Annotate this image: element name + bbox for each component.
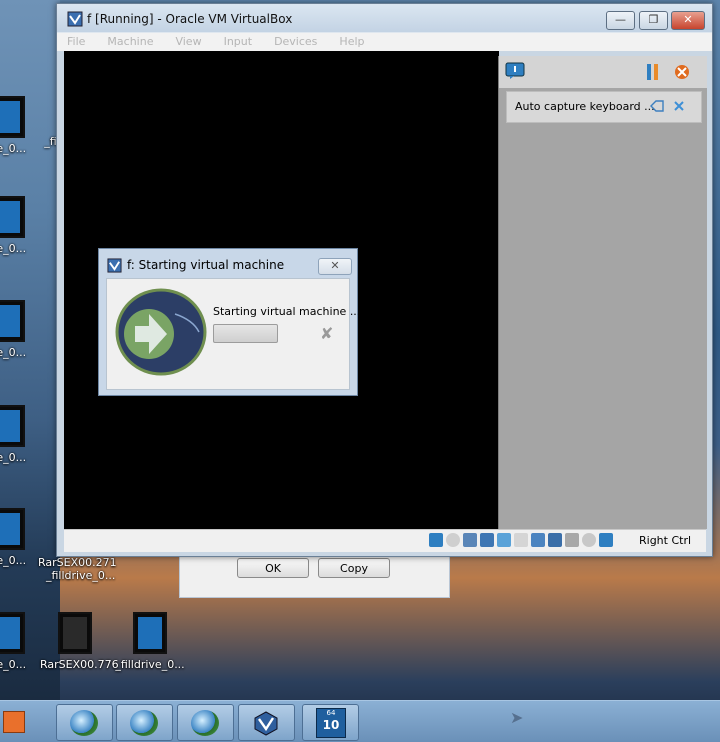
app-icon [130, 710, 158, 736]
background-dialog: OK Copy [179, 555, 450, 598]
desktop-icon[interactable]: ve_0... [0, 196, 38, 255]
video-capture-icon[interactable] [548, 533, 562, 547]
desktop-icon-label: RarSEX00.271 [38, 556, 117, 569]
badge-top: 64 [326, 709, 336, 717]
progress-bar [213, 324, 278, 343]
taskbar-win10-vm[interactable]: 64 10 [302, 704, 359, 741]
file-icon [0, 96, 25, 138]
desktop-icon-rar[interactable]: RarSEX00.776 [40, 612, 119, 671]
menu-input[interactable]: Input [224, 33, 252, 51]
desktop-icon-label: ve_0... [0, 451, 27, 464]
menu-machine[interactable]: Machine [107, 33, 153, 51]
menu-bar: File Machine View Input Devices Help [57, 32, 712, 51]
desktop-icon-label: ve_0... [0, 658, 27, 671]
taskbar-virtualbox[interactable] [238, 704, 295, 741]
maximize-button[interactable]: ❐ [639, 11, 668, 30]
menu-help[interactable]: Help [339, 33, 364, 51]
taskbar-app[interactable] [56, 704, 113, 741]
status-bar: Right Ctrl [64, 529, 706, 552]
host-key-label: Right Ctrl [639, 534, 692, 547]
hard-disk-icon[interactable] [429, 533, 443, 547]
dismiss-all-icon[interactable] [673, 63, 691, 81]
cancel-icon[interactable]: ✘ [320, 324, 333, 343]
file-icon [0, 300, 25, 342]
desktop-icon[interactable]: ve_0... [0, 300, 38, 359]
notification-text: Auto capture keyboard ... [515, 100, 655, 113]
dialog-title: f: Starting virtual machine [127, 258, 285, 272]
virtualbox-icon [107, 258, 122, 273]
progress-message: Starting virtual machine ... [213, 305, 361, 318]
virtualbox-cube-icon [254, 711, 278, 736]
notification-item[interactable]: Auto capture keyboard ... [506, 91, 702, 123]
file-icon [0, 405, 25, 447]
desktop-icon[interactable]: ve_0... [0, 508, 38, 567]
window-title: f [Running] - Oracle VM VirtualBox [87, 12, 293, 26]
shared-folders-icon[interactable] [514, 533, 528, 547]
menu-devices[interactable]: Devices [274, 33, 317, 51]
desktop-icon-label: _filldrive_0... [46, 569, 116, 582]
optical-drive-icon[interactable] [446, 533, 460, 547]
virtualbox-icon [67, 11, 83, 27]
desktop-icon-label: ve_0... [0, 346, 27, 359]
minimize-button[interactable]: — [606, 11, 635, 30]
network-icon[interactable] [480, 533, 494, 547]
tray-network-icon[interactable]: ➤ [510, 708, 523, 727]
desktop-icon-row5: RarSEX00.271 _filldrive_0... [38, 556, 188, 582]
progress-dialog: f: Starting virtual machine ✕ Starting v… [98, 248, 360, 396]
notification-center: Auto capture keyboard ... [498, 56, 707, 529]
status-icons [429, 533, 613, 547]
start-vm-arrow-icon [115, 288, 207, 376]
desktop-icon-label: RarSEX00.776 [40, 658, 119, 671]
desktop-icon-filldrive[interactable]: _filldrive_0... [112, 612, 188, 671]
taskbar-app[interactable] [177, 704, 234, 741]
cpu-icon[interactable] [565, 533, 579, 547]
mouse-integration-icon[interactable] [582, 533, 596, 547]
menu-view[interactable]: View [175, 33, 201, 51]
title-bar[interactable]: f [Running] - Oracle VM VirtualBox — ❐ ✕ [57, 4, 712, 32]
desktop-icon[interactable]: ve_0... [0, 612, 38, 671]
taskbar: 64 10 ➤ [0, 700, 720, 742]
menu-file[interactable]: File [67, 33, 85, 51]
host-key-arrow-icon[interactable] [599, 533, 613, 547]
taskbar-app[interactable] [116, 704, 173, 741]
app-icon [70, 710, 98, 736]
desktop-icon-label: ve_0... [0, 242, 27, 255]
desktop-icon[interactable]: ve_0... [0, 405, 38, 464]
notification-toolbar [499, 56, 707, 88]
notification-center-icon[interactable] [505, 62, 525, 80]
badge-label: 10 [322, 718, 340, 732]
app-icon [191, 710, 219, 736]
file-icon [0, 196, 25, 238]
ok-button[interactable]: OK [237, 558, 309, 578]
archive-icon [58, 612, 92, 654]
dialog-body: Starting virtual machine ... ✘ [106, 278, 360, 390]
usb-icon[interactable] [497, 533, 511, 547]
close-notification-icon[interactable] [673, 100, 685, 112]
dialog-close-button[interactable]: ✕ [318, 258, 352, 275]
sort-icon[interactable] [645, 63, 661, 81]
media-player-icon[interactable] [3, 711, 25, 733]
close-button[interactable]: ✕ [671, 11, 705, 30]
display-icon[interactable] [531, 533, 545, 547]
audio-icon[interactable] [463, 533, 477, 547]
win10-badge-icon: 64 10 [316, 708, 346, 738]
file-icon [133, 612, 167, 654]
desktop-icon-label: _filldrive_0... [115, 658, 185, 671]
file-icon [0, 508, 25, 550]
desktop-icon-label: ve_0... [0, 554, 27, 567]
copy-button[interactable]: Copy [318, 558, 390, 578]
file-icon [0, 612, 25, 654]
help-icon[interactable] [650, 100, 664, 112]
